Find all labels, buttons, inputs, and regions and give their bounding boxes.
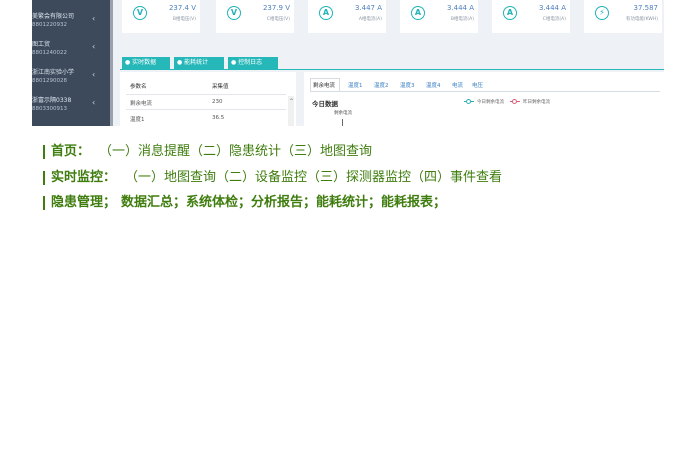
feature-body: （一）地图查询（二）设备监控（三）探测器监控（四）事件查看 [125,170,503,185]
voltage-icon: V [227,6,241,20]
chart-panel: 剩余电流 温度1 温度2 温度3 温度4 电流 电压 今日数据 剩余电流 今日剩… [304,72,664,126]
tab-control-log[interactable]: ● 控制日志 [228,57,278,69]
current-icon: A [411,6,425,20]
metric-cards: V 237.4 V B相电压(V) V 237.9 V C相电压(V) A 3.… [120,0,664,38]
current-icon: A [503,6,517,20]
chart-tab[interactable]: 温度2 [374,81,389,89]
parameter-table: 参数名 采集值 剩余电流 230 温度1 36.5 ⌃ [120,72,296,126]
metric-label: C相电压(V) [266,17,290,22]
metric-label: C相电流(A) [542,17,566,22]
table-cell: 剩余电流 [130,101,153,107]
sidebar-item-code: 8803300913 [32,106,67,112]
dashboard-screenshot: 美繁会有限公司 8801220932 ‹ 图工贸 8801240022 ‹ 浙江… [32,0,664,126]
sidebar-item[interactable]: 浙江南实验小学 8801290028 ‹ [32,69,110,95]
metric-value: 3.444 A [538,4,566,12]
tab-energy-stats[interactable]: ● 能耗统计 [174,57,224,69]
sidebar-item-name: 浙富示隔0338 [32,97,72,104]
feature-bar [43,196,45,210]
table-cell: 36.5 [212,115,225,121]
page-root: 美繁会有限公司 8801220932 ‹ 图工贸 8801240022 ‹ 浙江… [0,0,700,466]
table-header: 采集值 [212,84,229,90]
lightning-icon: ⚡ [595,6,609,20]
tab-label: 能耗统计 [184,59,209,66]
metric-card: ⚡ 37.587 有功电能(KWH) [584,0,662,33]
table-cell: 230 [212,99,223,105]
metric-card: A 3.444 A C相电流(A) [492,0,570,33]
sidebar: 美繁会有限公司 8801220932 ‹ 图工贸 8801240022 ‹ 浙江… [32,0,110,126]
feature-heading: 隐患管理； [51,195,117,210]
legend-marker-today [466,99,471,104]
table-divider [126,109,286,110]
metric-card: A 3.444 A B相电流(A) [400,0,478,33]
chart-tab[interactable]: 温度4 [426,81,441,89]
chart-tab[interactable]: 剩余电流 [313,81,335,89]
voltage-icon: V [133,6,147,20]
table-cell: 温度1 [130,117,145,123]
sidebar-item-code: 8801220932 [32,22,67,28]
chevron-up-icon[interactable]: ⌃ [289,99,294,105]
metric-label: 有功电能(KWH) [625,17,658,22]
feature-heading: 首页： [51,144,91,159]
metric-value: 237.4 V [168,4,196,12]
sidebar-scrollbar[interactable] [110,0,113,126]
feature-bar [43,145,45,159]
sidebar-item[interactable]: 美繁会有限公司 8801220932 ‹ [32,13,110,39]
feature-body: 数据汇总；系统体检；分析报告；能耗统计；能耗报表； [121,195,447,210]
legend-marker-yesterday [512,99,517,104]
metric-value: 3.444 A [446,4,474,12]
feature-body: （一）消息提醒（二）隐患统计（三）地图查询 [99,144,373,159]
metric-card: A 3.447 A A相电流(A) [308,0,386,33]
chart-tab[interactable]: 电压 [472,81,483,89]
sidebar-item-name: 美繁会有限公司 [32,13,75,20]
chevron-left-icon: ‹ [92,70,96,79]
sidebar-item-code: 8801240022 [32,50,67,56]
metric-value: 237.9 V [262,4,290,12]
sidebar-item-name: 浙江南实验小学 [32,69,75,76]
metric-card: V 237.4 V B相电压(V) [122,0,200,33]
chart-tab[interactable]: 电流 [452,81,463,89]
sidebar-item[interactable]: 图工贸 8801240022 ‹ [32,41,110,67]
metric-label: B相电流(A) [450,17,474,22]
tab-realtime[interactable]: ● 实时数据 [122,57,170,69]
feature-bar [43,171,45,185]
chart-subtitle: 剩余电流 [334,111,352,116]
legend-label-yesterday[interactable]: 昨日剩余电流 [523,99,550,105]
sidebar-item-code: 8801290028 [32,78,67,84]
chart-tab[interactable]: 温度3 [400,81,415,89]
chart-tab-divider [310,91,660,92]
sidebar-item[interactable]: 浙富示隔0338 8803300913 ‹ [32,97,110,123]
legend-label-today[interactable]: 今日剩余电流 [477,99,504,105]
table-header: 参数名 [130,84,147,90]
metric-label: B相电压(V) [172,17,196,22]
tab-label: 实时数据 [132,59,157,66]
current-icon: A [319,6,333,20]
metric-value: 3.447 A [354,4,382,12]
sidebar-item-name: 图工贸 [32,41,51,48]
chart-tab[interactable]: 温度1 [348,81,363,89]
chart-axis [342,119,343,126]
detail-tabs: ● 实时数据 ● 能耗统计 ● 控制日志 [120,56,664,70]
metric-value: 37.587 [633,4,659,12]
chevron-left-icon: ‹ [92,98,96,107]
chevron-left-icon: ‹ [92,14,96,23]
chevron-left-icon: ‹ [92,42,96,51]
feature-heading: 实时监控： [51,170,117,185]
table-divider [126,94,286,95]
chart-title: 今日数据 [312,100,338,108]
metric-label: A相电流(A) [358,17,382,22]
metric-card: V 237.9 V C相电压(V) [216,0,294,33]
tab-label: 控制日志 [238,59,263,66]
